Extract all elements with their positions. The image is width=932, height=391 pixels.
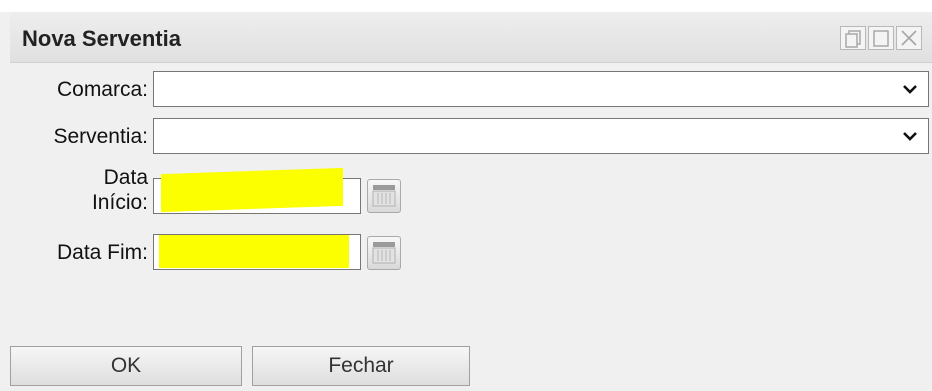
restore-button[interactable] [840,26,866,50]
comarca-label: Comarca: [56,78,148,101]
window-title: Nova Serventia [22,26,181,51]
data-inicio-calendar-button[interactable] [367,179,401,213]
dialog-window: Nova Serventia Comarca: Serventia: Data … [0,0,932,391]
restore-icon [845,30,861,48]
maximize-icon [873,30,889,47]
top-gap [0,0,932,12]
close-button[interactable] [896,26,922,50]
data-fim-calendar-button[interactable] [367,236,401,270]
calendar-icon [372,242,396,264]
calendar-icon [372,185,396,207]
dialog-body: Comarca: Serventia: Data Início: Data Fi… [10,63,932,391]
chevron-down-icon [903,85,917,94]
ok-button[interactable]: OK [10,346,242,386]
comarca-select[interactable] [153,71,929,107]
highlight-mark [159,235,349,268]
data-inicio-label-line1: Data [103,166,148,189]
close-icon [901,30,917,46]
maximize-button[interactable] [868,26,894,50]
data-fim-label: Data Fim: [56,241,148,264]
chevron-down-icon [903,132,917,141]
highlight-mark [161,167,343,213]
serventia-select[interactable] [153,118,929,154]
serventia-label: Serventia: [53,125,148,148]
data-inicio-label-line2: Início: [91,191,148,214]
fechar-button[interactable]: Fechar [252,346,470,386]
title-bar[interactable]: Nova Serventia [10,12,932,63]
